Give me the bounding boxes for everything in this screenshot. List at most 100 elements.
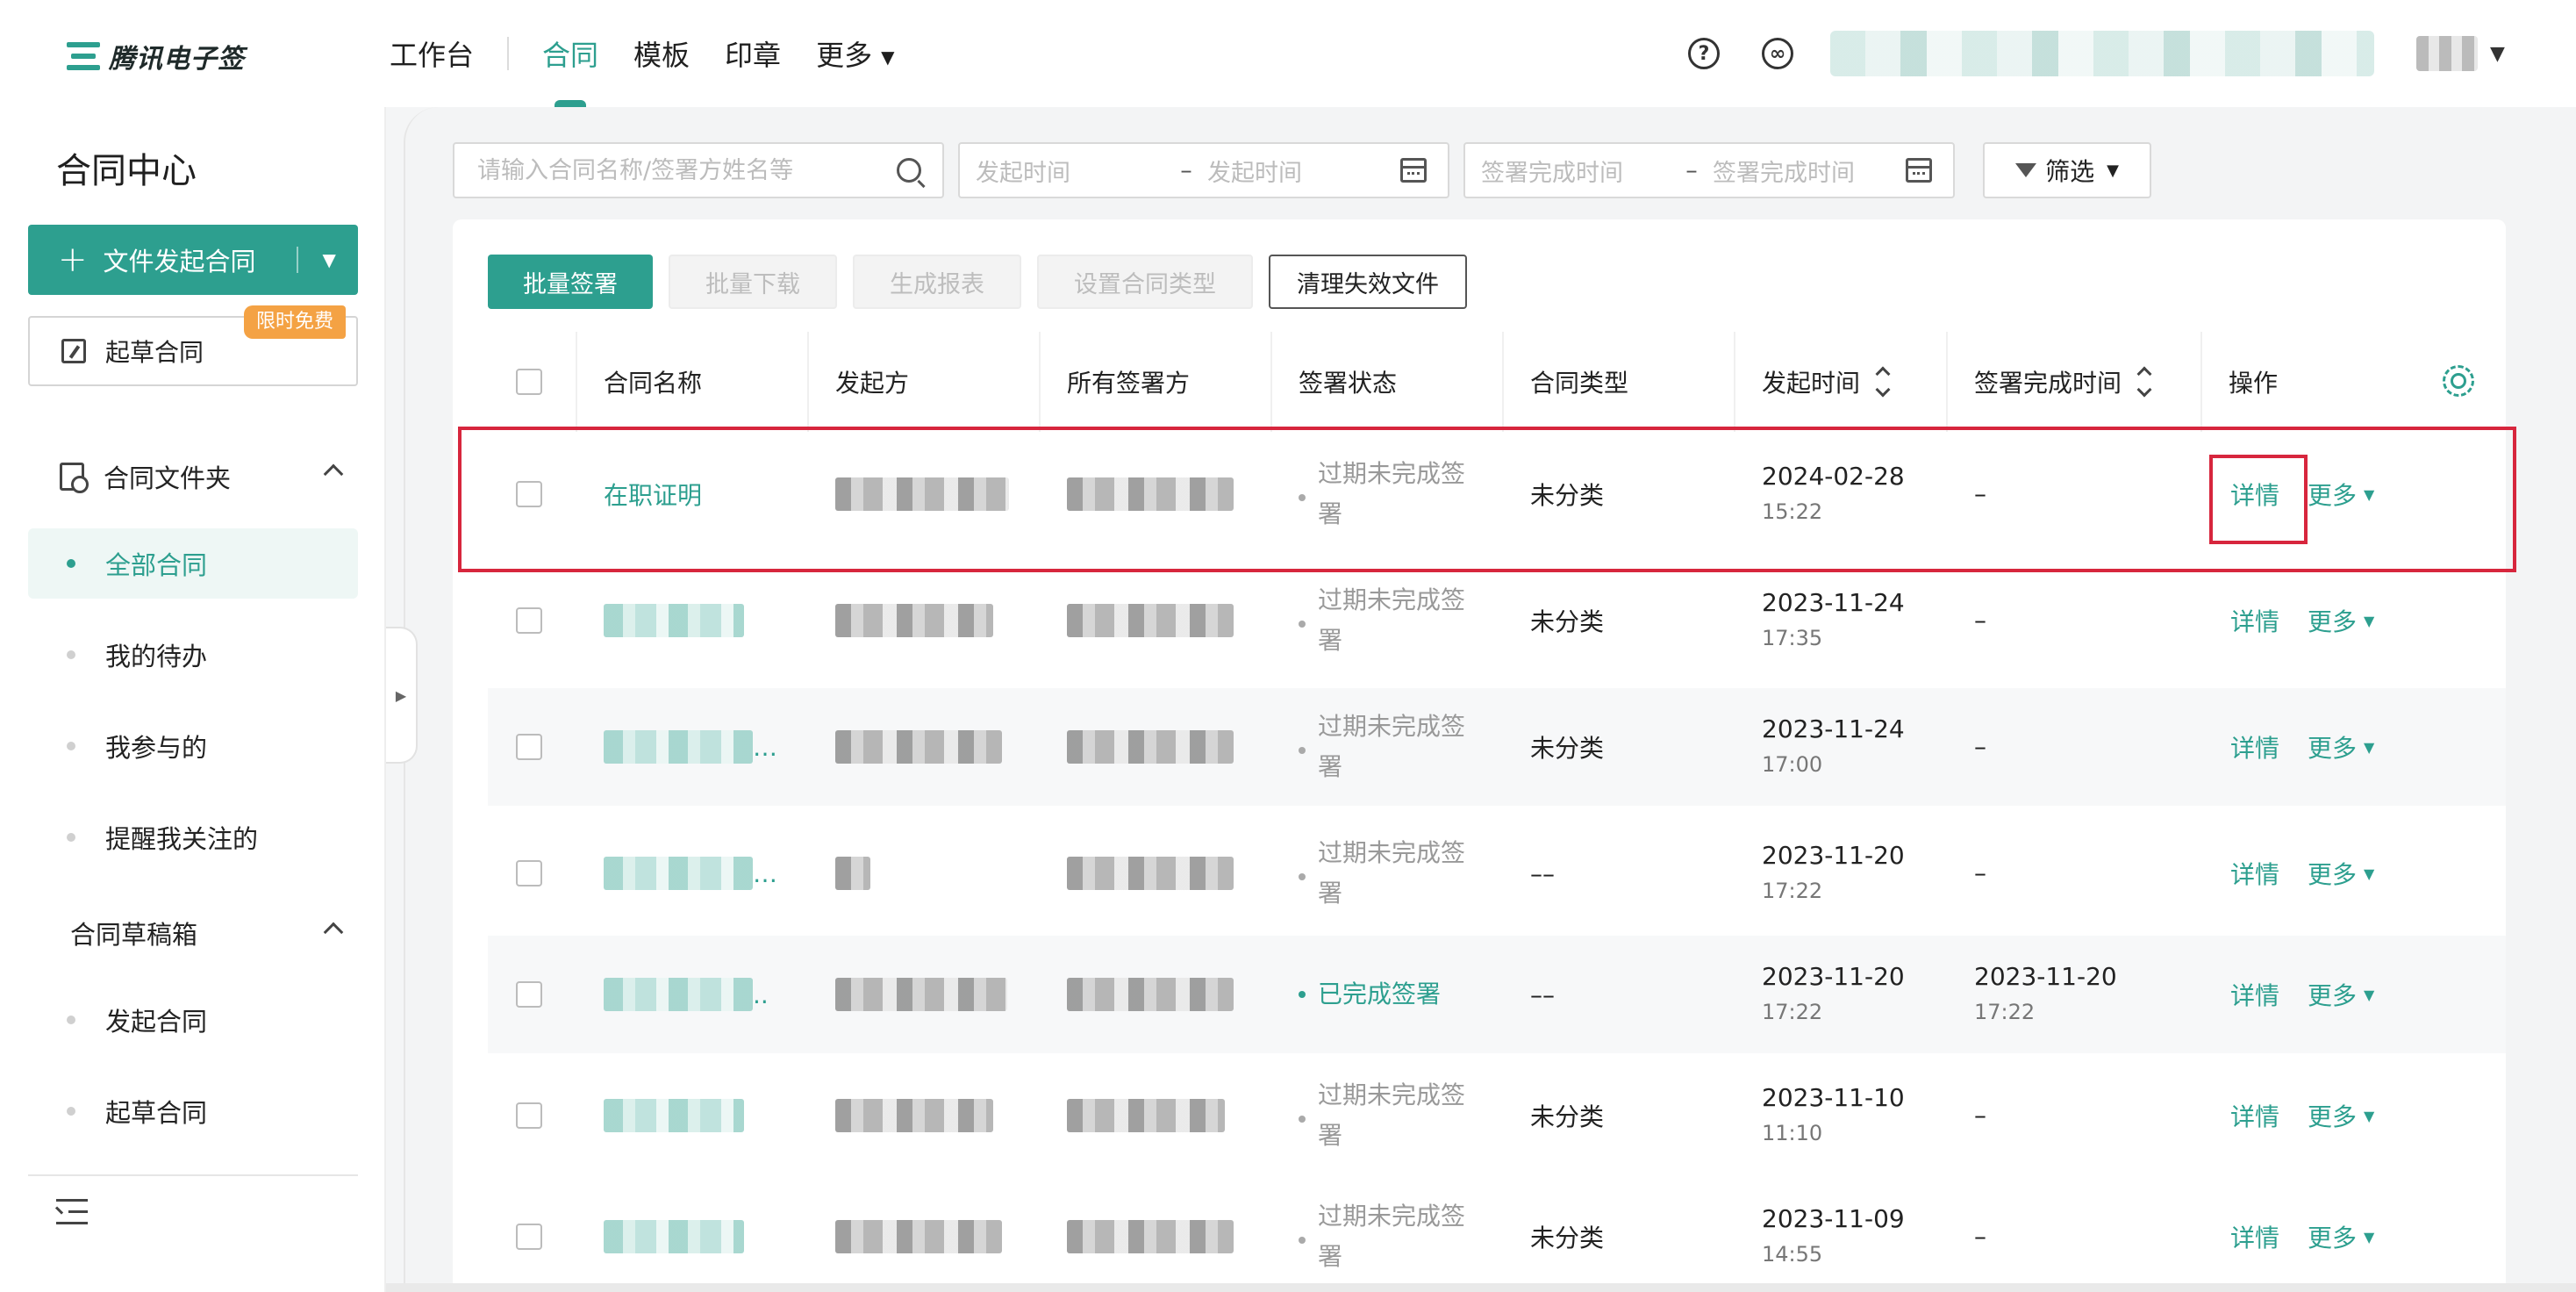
contract-name-blurred[interactable] — [604, 1220, 744, 1253]
bottom-scroll-strip — [386, 1283, 2576, 1292]
nav-more-label: 更多 — [816, 39, 873, 72]
sidebar-item-remind-follow[interactable]: 提醒我关注的 — [28, 802, 358, 872]
caret-down-icon: ▼ — [881, 47, 895, 68]
column-header-done-time[interactable]: 签署完成时间 — [1974, 332, 2152, 432]
caret-down-icon: ▼ — [2364, 1107, 2375, 1124]
more-dropdown[interactable]: 更多 ▼ — [2308, 729, 2374, 764]
contract-name-blurred[interactable] — [604, 730, 753, 764]
start-time-from[interactable]: 发起时间 — [976, 154, 1169, 188]
sidebar-item-my-todo[interactable]: 我的待办 — [28, 620, 358, 690]
start-time: 2023-11-20 17:22 — [1762, 841, 1905, 903]
initiator-blurred — [835, 1220, 1002, 1253]
start-time: 2023-11-09 14:55 — [1762, 1204, 1905, 1267]
nav-template[interactable]: 模板 — [633, 33, 690, 74]
contract-name-blurred[interactable] — [604, 978, 753, 1011]
collapse-menu-icon[interactable] — [54, 1199, 88, 1225]
more-dropdown[interactable]: 更多 ▼ — [2308, 1098, 2374, 1133]
contract-type: 未分类 — [1530, 734, 1605, 763]
drafts-section-header[interactable]: 合同草稿箱 — [70, 915, 344, 951]
brand-logo[interactable]: 腾讯电子签 — [67, 37, 245, 75]
bullet-dot — [67, 742, 75, 750]
detail-link[interactable]: 详情 — [2230, 856, 2279, 891]
detail-link[interactable]: 详情 — [2230, 1098, 2279, 1133]
sort-icon[interactable] — [1875, 366, 1891, 398]
folder-section-header[interactable]: 合同文件夹 — [60, 458, 344, 495]
sidebar-item-all-contracts[interactable]: 全部合同 — [28, 528, 358, 599]
row-checkbox[interactable] — [516, 1102, 542, 1129]
organization-switcher[interactable] — [1830, 31, 2374, 76]
more-dropdown[interactable]: 更多 ▼ — [2308, 856, 2374, 891]
nav-seal[interactable]: 印章 — [725, 33, 781, 74]
row-checkbox[interactable] — [516, 860, 542, 886]
start-time: 2023-11-24 17:00 — [1762, 714, 1905, 777]
batch-sign-button[interactable]: 批量签署 — [488, 255, 653, 309]
sidebar: 合同中心 + 文件发起合同 ▼ 起草合同 限时免费 合同文件夹 全部合同 我的待… — [0, 107, 386, 1292]
initiator-blurred — [835, 604, 993, 637]
folder-section-label: 合同文件夹 — [104, 463, 232, 493]
detail-link[interactable]: 详情 — [2230, 1219, 2279, 1254]
search-icon[interactable] — [897, 158, 921, 183]
start-time-range[interactable]: 发起时间 – 发起时间 — [958, 142, 1449, 198]
sidebar-collapse-toggle[interactable]: ▶ — [386, 627, 418, 764]
column-header-status: 签署状态 — [1299, 369, 1398, 398]
status-badge: 已完成签署 — [1299, 974, 1474, 1015]
clean-invalid-files-button[interactable]: 清理失效文件 — [1269, 255, 1467, 309]
contract-type: 未分类 — [1530, 1102, 1605, 1131]
sign-time-range[interactable]: 签署完成时间 – 签署完成时间 — [1463, 142, 1955, 198]
select-all-checkbox[interactable] — [516, 369, 542, 395]
gear-icon[interactable] — [2443, 365, 2474, 397]
status-badge: 过期未完成签署 — [1299, 1075, 1474, 1156]
dropdown-caret-icon[interactable]: ▼ — [323, 249, 336, 270]
sidebar-item-participated[interactable]: 我参与的 — [28, 711, 358, 781]
detail-link[interactable]: 详情 — [2230, 603, 2279, 638]
detail-link[interactable]: 详情 — [2230, 977, 2279, 1012]
row-checkbox[interactable] — [516, 981, 542, 1008]
account-caret-down-icon[interactable]: ▼ — [2490, 43, 2505, 65]
sidebar-item-draft-initiate[interactable]: 发起合同 — [28, 985, 358, 1055]
nav-workbench[interactable]: 工作台 — [390, 33, 474, 74]
signers-blurred — [1067, 1099, 1225, 1132]
column-header-start-time-label: 发起时间 — [1762, 369, 1861, 398]
initiator-blurred — [835, 730, 1002, 764]
help-circle-icon[interactable]: ? — [1688, 38, 1720, 69]
avatar[interactable] — [2416, 36, 2478, 71]
row-checkbox[interactable] — [516, 1224, 542, 1250]
detail-link[interactable]: 详情 — [2230, 729, 2279, 764]
link-circle-icon[interactable]: ∞ — [1762, 38, 1793, 69]
sign-time-to[interactable]: 签署完成时间 — [1713, 154, 1906, 188]
initiator-blurred — [835, 978, 1007, 1011]
sort-icon[interactable] — [2136, 366, 2152, 398]
calendar-icon[interactable] — [1400, 158, 1427, 183]
row-checkbox[interactable] — [516, 607, 542, 634]
done-time: – — [1974, 1222, 1986, 1251]
sidebar-item-draft-compose[interactable]: 起草合同 — [28, 1076, 358, 1146]
contract-name-blurred[interactable] — [604, 857, 753, 890]
chevron-up-icon — [323, 922, 344, 943]
upload-contract-button[interactable]: + 文件发起合同 ▼ — [28, 225, 358, 295]
nav-contract[interactable]: 合同 — [542, 33, 598, 107]
contract-name-blurred[interactable] — [604, 604, 744, 637]
more-dropdown[interactable]: 更多 ▼ — [2308, 1219, 2374, 1254]
batch-download-button[interactable]: 批量下载 — [669, 255, 837, 309]
nav-more[interactable]: 更多 ▼ — [816, 33, 894, 74]
table-row: 过期未完成签署 未分类 2023-11-10 11:10 – 详情 更多 ▼ — [488, 1057, 2506, 1174]
page-title: 合同中心 — [56, 151, 197, 191]
more-dropdown[interactable]: 更多 ▼ — [2308, 977, 2374, 1012]
generate-report-button[interactable]: 生成报表 — [853, 255, 1021, 309]
filter-button[interactable]: 筛选 ▼ — [1983, 142, 2151, 198]
contract-name-blurred[interactable] — [604, 1099, 744, 1132]
done-time: – — [1974, 858, 1986, 887]
range-separator: – — [1180, 156, 1192, 184]
sign-time-from[interactable]: 签署完成时间 — [1481, 154, 1674, 188]
batch-toolbar: 批量签署 批量下载 生成报表 设置合同类型 清理失效文件 — [488, 255, 1467, 309]
row-checkbox[interactable] — [516, 734, 542, 760]
search-input[interactable] — [477, 156, 890, 184]
sidebar-item-label: 我的待办 — [105, 642, 208, 671]
main-nav: 工作台 合同 模板 印章 更多 ▼ — [390, 32, 894, 107]
calendar-icon[interactable] — [1906, 158, 1932, 183]
more-dropdown[interactable]: 更多 ▼ — [2308, 603, 2374, 638]
column-header-start-time[interactable]: 发起时间 — [1762, 332, 1891, 432]
start-time-to[interactable]: 发起时间 — [1207, 154, 1400, 188]
set-contract-type-button[interactable]: 设置合同类型 — [1037, 255, 1253, 309]
status-badge: 过期未完成签署 — [1299, 833, 1474, 914]
